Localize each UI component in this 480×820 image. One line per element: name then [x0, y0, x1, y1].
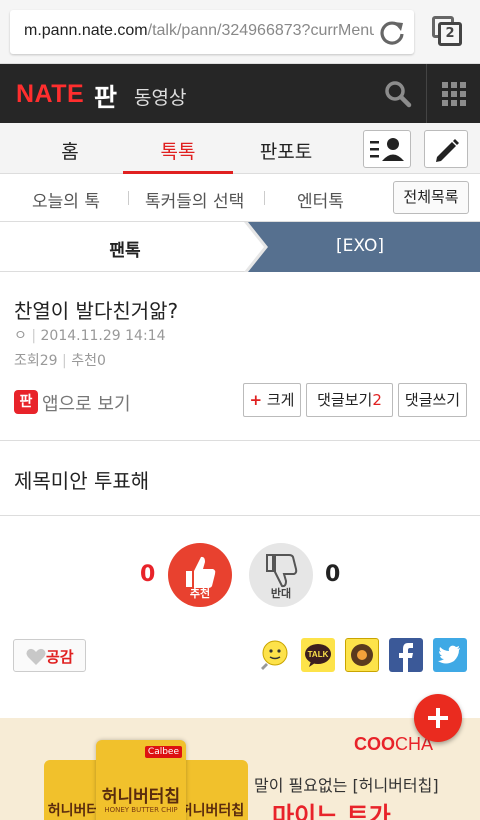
bigger-text-button[interactable]: + 크게 — [243, 383, 301, 417]
ad-brand-logo: COOCHA — [354, 734, 434, 754]
emoticon-icon[interactable] — [257, 638, 291, 672]
header-divider — [426, 64, 427, 123]
downvote-button[interactable]: 반대 — [249, 543, 313, 607]
facebook-icon — [399, 643, 413, 672]
nate-logo[interactable]: NATE — [16, 80, 84, 109]
sub-nav: 오늘의 톡 톡커들의 선택 엔터톡 전체목록 — [0, 174, 480, 222]
sub-nav-divider — [128, 191, 129, 205]
tab-count-badge: 2 — [438, 22, 462, 46]
comment-count: 2 — [372, 391, 382, 409]
write-button[interactable] — [424, 130, 468, 168]
downvote-label: 반대 — [270, 587, 292, 600]
main-tabs: 홈 톡톡 판포토 — [0, 123, 480, 174]
upvote-button[interactable]: 추천 — [168, 543, 232, 607]
user-list-icon — [370, 138, 404, 161]
floating-add-button[interactable] — [414, 694, 462, 742]
tab-panphoto[interactable]: 판포토 — [248, 137, 324, 164]
breadcrumb-subcategory[interactable]: [EXO] — [300, 236, 420, 256]
pann-app-icon: 판 — [14, 390, 38, 414]
video-link[interactable]: 동영상 — [134, 83, 186, 110]
site-header: NATE 판 동영상 — [0, 64, 480, 123]
view-comments-button[interactable]: 댓글보기2 — [306, 383, 393, 417]
views-count: 29 — [39, 353, 58, 369]
sub-nav-divider — [264, 191, 265, 205]
tab-toktok[interactable]: 톡톡 — [140, 137, 216, 164]
plus-icon: + — [249, 391, 263, 409]
pann-logo[interactable]: 판 — [94, 78, 117, 114]
author-name: ㅇ — [14, 328, 27, 344]
apps-grid-icon[interactable] — [442, 82, 466, 106]
sub-nav-enter[interactable]: 엔터톡 — [297, 187, 344, 212]
tabs-button[interactable]: 2 — [432, 16, 462, 46]
facebook-share-button[interactable] — [389, 638, 423, 672]
advertisement-banner[interactable]: 허니버터칩 허니버터칩 Calbee 허니버터칩 HONEY BUTTER CH… — [0, 718, 480, 820]
write-comment-button[interactable]: 댓글쓰기 — [398, 383, 467, 417]
kakaotalk-icon: TALK — [305, 644, 331, 667]
kakaostory-share-button[interactable] — [345, 638, 379, 672]
article-stats: 조회29 | 추천0 — [14, 353, 106, 369]
recommend-count: 0 — [96, 353, 106, 369]
breadcrumb-category[interactable]: 팬톡 — [60, 236, 190, 261]
ad-product-image: 허니버터칩 — [176, 760, 248, 820]
ad-product-image: Calbee 허니버터칩 HONEY BUTTER CHIP — [96, 740, 186, 820]
upvote-label: 추천 — [189, 587, 211, 600]
recommend-label: 추천 — [71, 353, 97, 369]
heart-icon — [26, 648, 46, 665]
article-title: 찬열이 발다친거앎? — [14, 299, 179, 323]
tab-home[interactable]: 홈 — [40, 137, 100, 164]
url-text[interactable]: m.pann.nate.com/talk/pann/324966873?curr… — [24, 22, 374, 40]
twitter-icon — [438, 645, 460, 664]
search-icon[interactable] — [384, 80, 412, 108]
reload-icon[interactable] — [378, 18, 406, 46]
views-label: 조회 — [14, 353, 40, 369]
browser-toolbar: m.pann.nate.com/talk/pann/324966873?curr… — [0, 0, 480, 64]
sub-nav-choice[interactable]: 톡커들의 선택 — [145, 187, 244, 212]
all-list-button[interactable]: 전체목록 — [393, 181, 469, 214]
downvote-count: 0 — [325, 562, 341, 587]
open-in-app-label: 앱으로 보기 — [42, 394, 131, 415]
my-page-button[interactable] — [363, 130, 411, 168]
article-body: 제목미안 투표해 — [14, 469, 150, 493]
ad-headline: 말이 필요없는 [허니버터칩] — [254, 776, 439, 795]
article-header: 찬열이 발다친거앎? ㅇ | 2014.11.29 14:14 조회29 | 추… — [0, 273, 480, 441]
svg-text:TALK: TALK — [308, 650, 329, 659]
address-bar[interactable]: m.pann.nate.com/talk/pann/324966873?curr… — [10, 10, 414, 54]
twitter-share-button[interactable] — [433, 638, 467, 672]
content-divider — [0, 515, 480, 516]
pencil-icon — [436, 139, 459, 162]
empathy-button[interactable]: 공감 — [13, 639, 86, 672]
breadcrumb: 팬톡 [EXO] — [0, 222, 480, 272]
sub-nav-today[interactable]: 오늘의 톡 — [32, 187, 100, 212]
kakaotalk-share-button[interactable]: TALK — [301, 638, 335, 672]
post-datetime: 2014.11.29 14:14 — [40, 328, 166, 344]
upvote-count: 0 — [140, 562, 156, 587]
ad-subheadline: 마이느 트가 — [272, 802, 391, 820]
article-author-date: ㅇ | 2014.11.29 14:14 — [14, 328, 166, 344]
empathy-label: 공감 — [46, 648, 74, 666]
kakaostory-icon — [351, 644, 373, 666]
